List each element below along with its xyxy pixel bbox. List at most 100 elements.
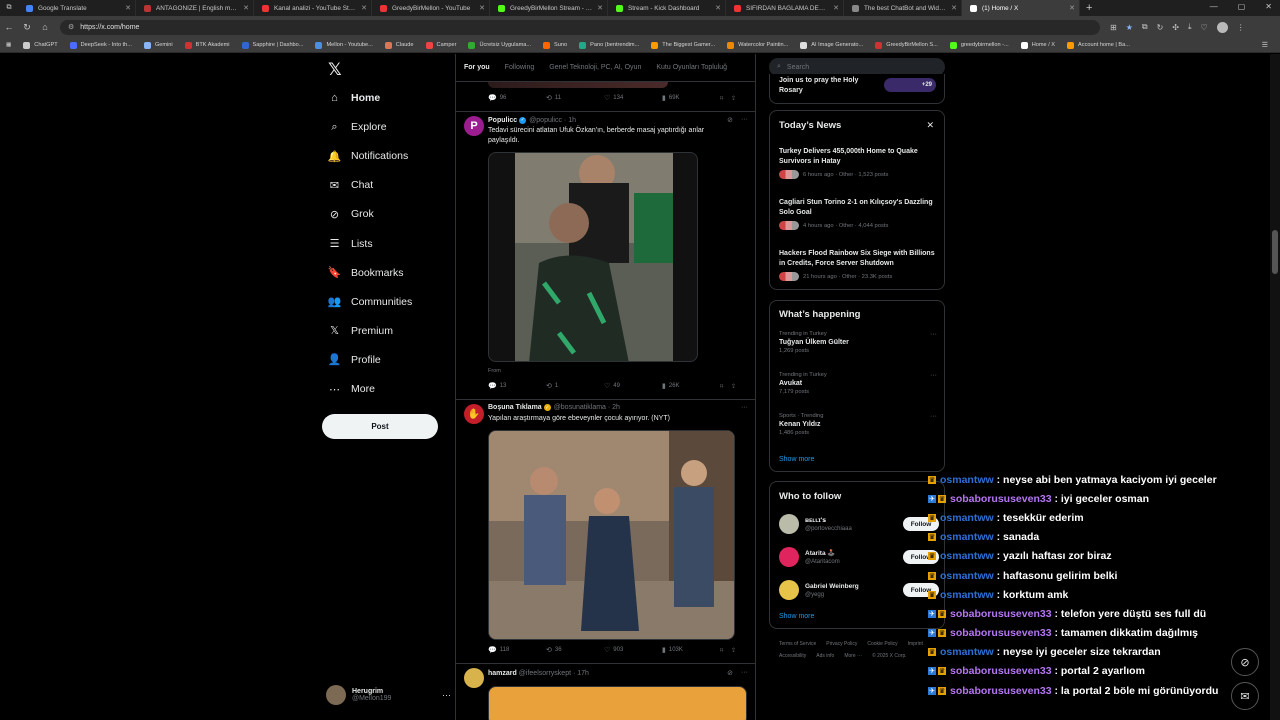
- nav-item-more[interactable]: ⋯ More: [328, 379, 375, 399]
- apps-icon[interactable]: ▦: [6, 42, 11, 48]
- share-icon[interactable]: ⇪: [731, 647, 736, 654]
- bookmark-tweet-icon[interactable]: ⌑: [720, 647, 723, 654]
- bookmark[interactable]: Home / X: [1020, 41, 1055, 49]
- more-dots-icon[interactable]: ···: [930, 331, 937, 338]
- reply-button[interactable]: 💬 96: [488, 94, 546, 102]
- footer-link[interactable]: More ···: [844, 650, 862, 662]
- timeline-tab[interactable]: For you: [464, 64, 490, 71]
- bookmark[interactable]: Sapphire | Dashbo...: [241, 41, 303, 49]
- bookmark[interactable]: Account home | Ba...: [1067, 41, 1130, 49]
- nav-item-premium[interactable]: 𝕏 Premium: [328, 321, 393, 341]
- translate-icon[interactable]: ⊞: [1110, 23, 1117, 32]
- footer-link[interactable]: Terms of Service: [779, 638, 816, 650]
- reply-button[interactable]: 💬 118: [488, 646, 546, 654]
- more-dots-icon[interactable]: ···: [442, 690, 451, 700]
- bookmark[interactable]: GreedyBirMellon S...: [875, 41, 938, 49]
- share-icon[interactable]: ⇪: [731, 95, 736, 102]
- chat-username[interactable]: osmantww: [940, 531, 994, 543]
- bookmark[interactable]: Pano (bentrendim...: [579, 41, 639, 49]
- avatar[interactable]: [779, 514, 799, 534]
- bookmark[interactable]: The Biggest Gamer...: [651, 41, 715, 49]
- scroll-thumb[interactable]: [1272, 230, 1278, 274]
- trend-item[interactable]: Trending in Turkey Avukat 7,179 posts ···: [779, 372, 939, 395]
- footer-link[interactable]: Cookie Policy: [867, 638, 897, 650]
- nav-item-notifications[interactable]: 🔔 Notifications: [328, 146, 409, 166]
- author-handle[interactable]: @bosunatiklama · 2h: [554, 404, 620, 411]
- chat-username[interactable]: osmantww: [940, 646, 994, 658]
- nav-item-bookmarks[interactable]: 🔖 Bookmarks: [328, 263, 404, 283]
- all-bookmarks-icon[interactable]: ☰: [1262, 41, 1268, 49]
- bookmark[interactable]: Camper: [425, 41, 456, 49]
- bookmark[interactable]: ChatGPT: [23, 41, 58, 49]
- author-name[interactable]: Populicc: [488, 117, 517, 124]
- browser-tab[interactable]: (1) Home / X ✕: [962, 0, 1080, 16]
- bookmark[interactable]: DeepSeek - Into th...: [69, 41, 132, 49]
- bookmark[interactable]: Gemini: [143, 41, 173, 49]
- account-switcher[interactable]: Herugrim @Mellon199 ···: [326, 680, 451, 710]
- close-tab-icon[interactable]: ✕: [833, 4, 839, 12]
- bookmark[interactable]: Ücretsiz Uygulama...: [468, 41, 531, 49]
- back-icon[interactable]: ←: [0, 22, 18, 32]
- new-tab-button[interactable]: +: [1086, 2, 1092, 14]
- repost-button[interactable]: ⟲ 1: [546, 382, 604, 390]
- close-tab-icon[interactable]: ✕: [243, 4, 249, 12]
- views-button[interactable]: ▮ 103K: [662, 646, 720, 654]
- close-tab-icon[interactable]: ✕: [597, 4, 603, 12]
- views-button[interactable]: ▮ 26K: [662, 382, 720, 390]
- chat-username[interactable]: osmantww: [940, 512, 994, 524]
- close-tab-icon[interactable]: ✕: [479, 4, 485, 12]
- tweet[interactable]: hamzard @ifeelsorryskept · 17h ⊘ ···: [456, 664, 755, 720]
- event-card[interactable]: Join us to pray the Holy Rosary +29: [769, 74, 945, 104]
- news-item[interactable]: Cagliari Stun Torino 2-1 on Kılıçsoy's D…: [779, 198, 939, 230]
- home-button-icon[interactable]: ⌂: [36, 22, 54, 32]
- trend-item[interactable]: Trending in Turkey Tuğyan Ülkem Gülter 1,2…: [779, 331, 939, 354]
- bookmark[interactable]: AI Image Generato...: [800, 41, 863, 49]
- views-button[interactable]: ▮ 69K: [662, 94, 720, 102]
- follow-suggestion[interactable]: Atarita 🕹️ @Ataritacom Follow: [779, 545, 939, 569]
- like-button[interactable]: ♡ 49: [604, 382, 662, 390]
- repost-button[interactable]: ⟲ 11: [546, 94, 604, 102]
- reply-button[interactable]: 💬 13: [488, 382, 546, 390]
- chat-username[interactable]: osmantww: [940, 550, 994, 562]
- url-field[interactable]: ⚙ https://x.com/home: [60, 19, 1100, 35]
- profile-avatar[interactable]: [1216, 21, 1228, 33]
- browser-tab[interactable]: Stream - Kick Dashboard ✕: [608, 0, 726, 16]
- author-name[interactable]: Boşuna Tıklama: [488, 404, 542, 411]
- follow-suggestion[interactable]: Gabriel Weinberg @yegg Follow: [779, 578, 939, 602]
- share-icon[interactable]: ⇪: [731, 383, 736, 390]
- bookmark[interactable]: greedybirmellon -...: [949, 41, 1009, 49]
- chat-username[interactable]: osmantww: [940, 570, 994, 582]
- more-dots-icon[interactable]: ···: [930, 372, 937, 379]
- grok-tweet-icon[interactable]: ⊘: [727, 116, 733, 124]
- maximize-icon[interactable]: ▢: [1238, 2, 1246, 11]
- chat-username[interactable]: sobaborususeven33: [950, 493, 1052, 505]
- tweet-video[interactable]: [488, 152, 698, 362]
- timeline-tab[interactable]: Kutu Oyunları Topluluğ: [656, 64, 727, 71]
- browser-tab[interactable]: Google Translate ✕: [18, 0, 136, 16]
- timeline-tab[interactable]: Following: [505, 64, 535, 71]
- menu-icon[interactable]: ⋮: [1237, 23, 1245, 32]
- tweet[interactable]: ✋ Boşuna Tıklama ✓ @bosunatiklama · 2h ·…: [456, 400, 755, 664]
- footer-link[interactable]: © 2025 X Corp.: [872, 650, 907, 662]
- chat-username[interactable]: sobaborususeven33: [950, 608, 1052, 620]
- nav-item-communities[interactable]: 👥 Communities: [328, 292, 413, 312]
- browser-tab[interactable]: The best ChatBot and Widgets for ✕: [844, 0, 962, 16]
- show-more-link[interactable]: Show more: [779, 456, 814, 463]
- site-info-icon[interactable]: ⚙: [68, 23, 74, 31]
- like-button[interactable]: ♡ 903: [604, 646, 662, 654]
- star-icon[interactable]: ★: [1126, 23, 1133, 32]
- reload-icon[interactable]: ↻: [18, 22, 36, 33]
- tab-menu-icon[interactable]: ⧉: [0, 4, 18, 12]
- close-tab-icon[interactable]: ✕: [361, 4, 367, 12]
- avatar[interactable]: ✋: [464, 404, 484, 424]
- chat-username[interactable]: sobaborususeven33: [950, 685, 1052, 697]
- chat-username[interactable]: osmantww: [940, 474, 994, 486]
- tweet-more-icon[interactable]: ···: [741, 404, 748, 411]
- more-dots-icon[interactable]: ···: [930, 413, 937, 420]
- nav-item-lists[interactable]: ☰ Lists: [328, 234, 373, 254]
- browser-tab[interactable]: Kanal analizi - YouTube Studio ✕: [254, 0, 372, 16]
- chat-username[interactable]: sobaborususeven33: [950, 627, 1052, 639]
- puzzle-icon[interactable]: ✣: [1172, 23, 1179, 32]
- tweet-more-icon[interactable]: ···: [741, 669, 748, 677]
- messages-float-icon[interactable]: ✉: [1231, 682, 1259, 710]
